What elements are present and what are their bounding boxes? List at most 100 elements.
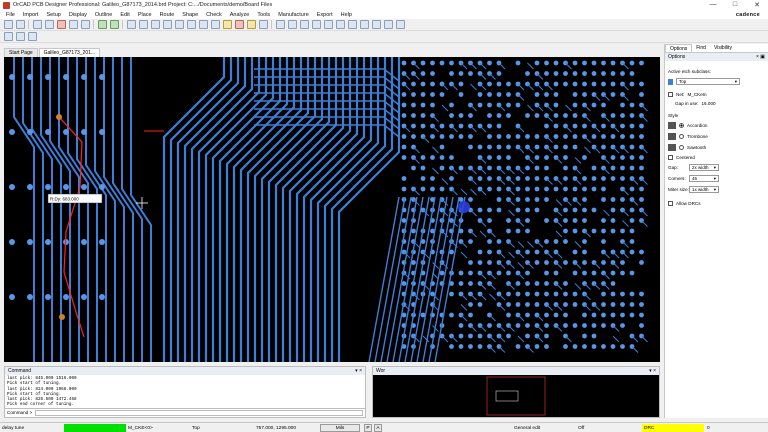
trace [460, 188, 468, 196]
delete-icon[interactable] [56, 20, 66, 29]
maximize-button[interactable]: □ [724, 1, 746, 9]
p-button[interactable]: P [364, 424, 372, 432]
redraw-icon[interactable] [210, 20, 220, 29]
menu-outline[interactable]: Outline [91, 12, 116, 18]
zoom-out-icon[interactable] [162, 20, 172, 29]
minimize-button[interactable]: — [702, 1, 724, 9]
save-icon[interactable] [15, 20, 25, 29]
tab-options[interactable]: Options [665, 44, 693, 52]
add-connect-icon[interactable] [97, 20, 107, 29]
menu-route[interactable]: Route [156, 12, 179, 18]
close-icon[interactable]: ▾ × [355, 368, 362, 374]
pad [591, 81, 597, 87]
style-trombone[interactable]: Trombone [665, 131, 768, 142]
net-picker-icon[interactable] [668, 92, 673, 97]
help-icon[interactable] [395, 20, 405, 29]
zoom-world-icon[interactable] [198, 20, 208, 29]
color-icon[interactable] [222, 20, 232, 29]
tab-visibility[interactable]: Visibility [710, 44, 736, 52]
command-input[interactable] [35, 409, 363, 416]
route-icon[interactable] [3, 32, 13, 41]
place-icon[interactable] [275, 20, 285, 29]
allow-drcs-row[interactable]: Allow DRCs [665, 195, 768, 208]
worldview-drawing[interactable] [373, 375, 659, 417]
copy-icon[interactable] [44, 20, 54, 29]
highlight-icon[interactable] [234, 20, 244, 29]
dimension-icon[interactable] [335, 20, 345, 29]
redo-icon[interactable] [80, 20, 90, 29]
shadow-icon[interactable] [246, 20, 256, 29]
centered-checkbox[interactable] [668, 155, 673, 160]
measure-icon[interactable] [311, 20, 321, 29]
drc-indicator[interactable]: DRC [642, 424, 704, 432]
pad [544, 155, 549, 160]
tab-board[interactable]: Galileo_G87173_201... [38, 48, 101, 57]
constraint-icon[interactable] [371, 20, 381, 29]
pad [534, 291, 540, 297]
slide-icon[interactable] [109, 20, 119, 29]
move-icon[interactable] [32, 20, 42, 29]
report-icon[interactable] [299, 20, 309, 29]
shape-icon[interactable] [347, 20, 357, 29]
pcb-canvas[interactable]: R:Dy: 683.000 [4, 57, 660, 362]
pcb-drawing[interactable]: R:Dy: 683.000 [4, 57, 660, 362]
text-icon[interactable] [323, 20, 333, 29]
style-accordion[interactable]: Accordion [665, 120, 768, 131]
pad [496, 155, 502, 160]
pad [544, 165, 549, 171]
trace [498, 262, 506, 269]
menu-check[interactable]: Check [202, 12, 226, 18]
close-icon[interactable]: × ▣ [756, 54, 765, 60]
drc-icon[interactable] [287, 20, 297, 29]
zoom-previous-icon[interactable] [186, 20, 196, 29]
menu-shape[interactable]: Shape [178, 12, 202, 18]
gap-dropdown[interactable]: 2x width ▾ [689, 164, 719, 171]
3d-view-icon[interactable] [258, 20, 268, 29]
menu-file[interactable]: File [2, 12, 19, 18]
layer-icon[interactable] [138, 20, 148, 29]
menu-setup[interactable]: Setup [42, 12, 64, 18]
menu-import[interactable]: Import [19, 12, 43, 18]
via-icon[interactable] [359, 20, 369, 29]
pad [601, 176, 606, 181]
pad [515, 228, 521, 234]
a-button[interactable]: A [374, 424, 382, 432]
tab-find[interactable]: Find [692, 44, 710, 52]
menu-edit[interactable]: Edit [116, 12, 133, 18]
view-window[interactable] [495, 390, 519, 402]
close-icon[interactable]: ▾ × [649, 368, 656, 374]
zoom-in-icon[interactable] [150, 20, 160, 29]
menu-help[interactable]: Help [337, 12, 356, 18]
worldview-map[interactable] [373, 375, 659, 417]
trace [622, 188, 629, 196]
menu-analyze[interactable]: Analyze [226, 12, 254, 18]
tune-icon[interactable] [27, 32, 37, 41]
menu-place[interactable]: Place [134, 12, 156, 18]
subclass-dropdown[interactable]: Top ▾ [676, 78, 740, 85]
menu-display[interactable]: Display [65, 12, 91, 18]
miter-dropdown[interactable]: 1x width ▾ [689, 186, 719, 193]
artwork-icon[interactable] [383, 20, 393, 29]
pad [582, 323, 587, 328]
centered-row[interactable]: Centered [665, 153, 768, 162]
allow-drcs-checkbox[interactable] [668, 201, 673, 206]
menu-tools[interactable]: Tools [253, 12, 274, 18]
trombone-radio[interactable] [679, 134, 684, 139]
units-button[interactable]: Mils [320, 424, 360, 432]
grid-icon[interactable] [126, 20, 136, 29]
pad [45, 74, 51, 80]
undo-icon[interactable] [68, 20, 78, 29]
menu-manufacture[interactable]: Manufacture [274, 12, 313, 18]
open-icon[interactable] [3, 20, 13, 29]
tab-start-page[interactable]: Start Page [4, 48, 38, 57]
pad [591, 207, 597, 213]
style-sawtooth[interactable]: Sawtooth [665, 142, 768, 153]
zoom-fit-icon[interactable] [174, 20, 184, 29]
menu-export[interactable]: Export [313, 12, 337, 18]
sawtooth-radio[interactable] [679, 145, 684, 150]
accordion-radio[interactable] [679, 123, 684, 128]
close-button[interactable]: ✕ [746, 1, 768, 9]
corners-dropdown[interactable]: 45 ▾ [689, 175, 719, 182]
pad [506, 302, 511, 307]
grid-snap-icon[interactable] [15, 32, 25, 41]
